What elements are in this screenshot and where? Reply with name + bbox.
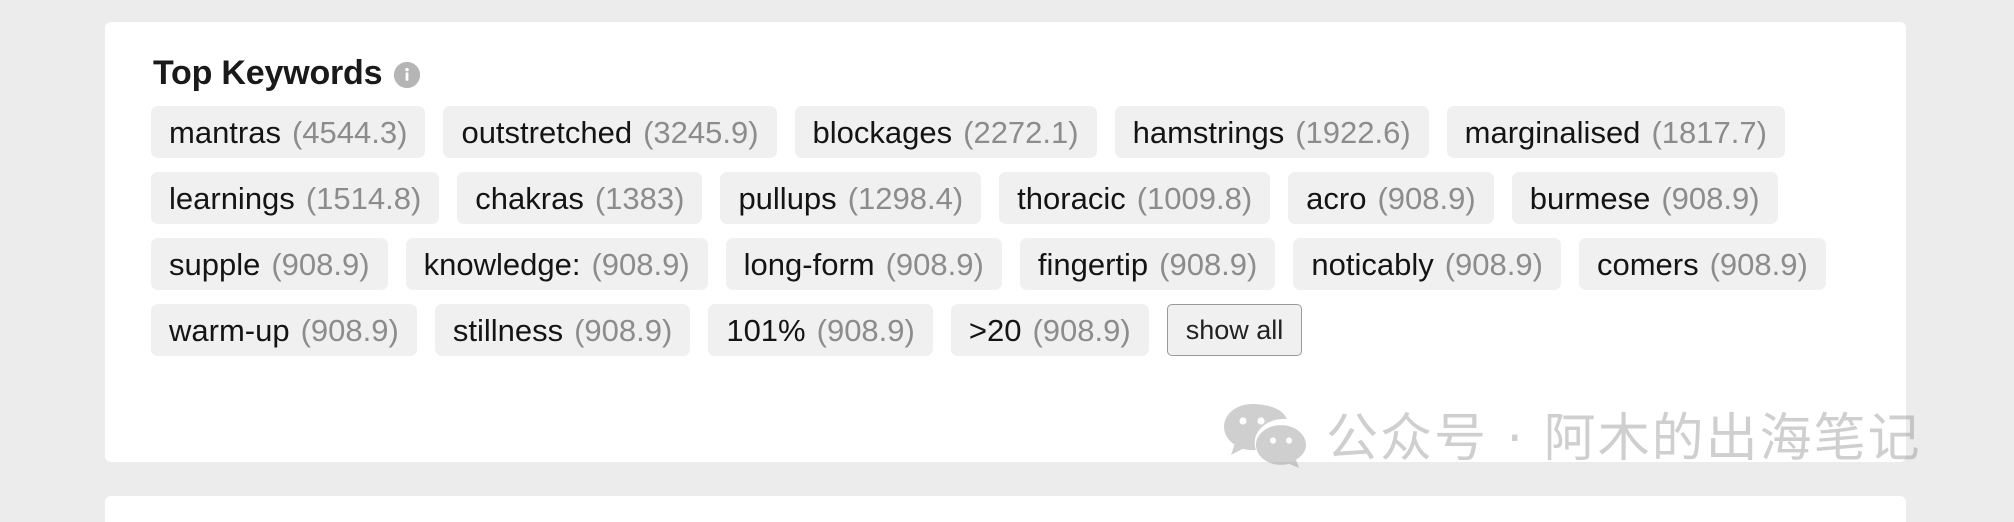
- keyword-row: learnings (1514.8) chakras (1383) pullup…: [151, 172, 1866, 224]
- info-icon[interactable]: [394, 61, 421, 88]
- keyword-score: (908.9): [1444, 246, 1543, 282]
- keyword-score: (908.9): [1032, 312, 1131, 348]
- keyword-score: (4544.3): [291, 114, 408, 150]
- keyword-term: warm-up: [169, 312, 290, 348]
- keyword-score: (908.9): [300, 312, 399, 348]
- keyword-chip[interactable]: hamstrings (1922.6): [1114, 106, 1429, 158]
- keyword-chip[interactable]: marginalised (1817.7): [1446, 106, 1785, 158]
- keyword-term: supple: [169, 246, 261, 282]
- keyword-term: burmese: [1529, 180, 1651, 216]
- page-scroll-area: Top Keywords mantras (4544.3) outstretch…: [0, 0, 2014, 522]
- keyword-chip[interactable]: comers (908.9): [1578, 238, 1826, 290]
- keyword-chip[interactable]: chakras (1383): [457, 172, 703, 224]
- keyword-term: outstretched: [461, 114, 633, 150]
- keyword-score: (1383): [594, 180, 685, 216]
- keyword-chip[interactable]: acro (908.9): [1288, 172, 1494, 224]
- keyword-score: (1298.4): [847, 180, 964, 216]
- keyword-term: mantras: [169, 114, 281, 150]
- keyword-score: (1514.8): [305, 180, 422, 216]
- keyword-chip[interactable]: learnings (1514.8): [151, 172, 440, 224]
- keyword-chip[interactable]: supple (908.9): [151, 238, 388, 290]
- keyword-score: (1009.8): [1136, 180, 1253, 216]
- keyword-term: thoracic: [1017, 180, 1126, 216]
- keyword-term: pullups: [738, 180, 837, 216]
- keyword-score: (1817.7): [1651, 114, 1767, 150]
- page-title: Top Keywords: [153, 54, 383, 92]
- keyword-term: noticably: [1311, 246, 1434, 282]
- keyword-term: 101%: [726, 312, 806, 348]
- keyword-row: supple (908.9) knowledge: (908.9) long-f…: [151, 238, 1866, 290]
- keyword-chip[interactable]: 101% (908.9): [708, 304, 933, 356]
- keyword-score: (3245.9): [643, 114, 759, 150]
- keyword-term: stillness: [452, 312, 564, 348]
- keyword-score: (908.9): [816, 312, 915, 348]
- keyword-chip[interactable]: warm-up (908.9): [151, 304, 417, 356]
- keyword-row: warm-up (908.9) stillness (908.9) 101% (…: [151, 304, 1866, 356]
- keyword-score: (1922.6): [1295, 114, 1411, 150]
- keyword-term: knowledge:: [423, 246, 581, 282]
- keyword-score: (908.9): [1377, 180, 1476, 216]
- keyword-score: (908.9): [1661, 180, 1760, 216]
- keyword-chip[interactable]: thoracic (1009.8): [999, 172, 1271, 224]
- keyword-term: long-form: [743, 246, 875, 282]
- keyword-score: (2272.1): [963, 114, 1079, 150]
- keyword-chip[interactable]: stillness (908.9): [434, 304, 691, 356]
- card-header: Top Keywords: [105, 22, 1906, 92]
- keyword-chip-list: mantras (4544.3) outstretched (3245.9) b…: [105, 92, 1906, 356]
- keyword-term: comers: [1596, 246, 1699, 282]
- keyword-term: hamstrings: [1132, 114, 1285, 150]
- keyword-term: marginalised: [1464, 114, 1641, 150]
- keyword-chip[interactable]: pullups (1298.4): [720, 172, 982, 224]
- keyword-term: fingertip: [1037, 246, 1149, 282]
- keyword-term: learnings: [169, 180, 295, 216]
- keyword-chip[interactable]: long-form (908.9): [725, 238, 1002, 290]
- next-card-partial: [105, 496, 1906, 522]
- keyword-score: (908.9): [1159, 246, 1258, 282]
- keyword-chip[interactable]: blockages (2272.1): [794, 106, 1097, 158]
- keyword-score: (908.9): [885, 246, 984, 282]
- keyword-chip[interactable]: fingertip (908.9): [1019, 238, 1276, 290]
- keyword-score: (908.9): [271, 246, 370, 282]
- keyword-chip[interactable]: mantras (4544.3): [151, 106, 426, 158]
- keyword-chip[interactable]: burmese (908.9): [1511, 172, 1778, 224]
- keyword-chip[interactable]: >20 (908.9): [950, 304, 1149, 356]
- show-all-button[interactable]: show all: [1166, 304, 1303, 356]
- keyword-term: chakras: [475, 180, 584, 216]
- keyword-term: >20: [968, 312, 1022, 348]
- keyword-score: (908.9): [591, 246, 690, 282]
- keyword-term: blockages: [812, 114, 953, 150]
- keyword-score: (908.9): [574, 312, 673, 348]
- keyword-term: acro: [1306, 180, 1367, 216]
- keyword-chip[interactable]: noticably (908.9): [1293, 238, 1561, 290]
- keyword-score: (908.9): [1709, 246, 1808, 282]
- keyword-chip[interactable]: knowledge: (908.9): [405, 238, 708, 290]
- keyword-chip[interactable]: outstretched (3245.9): [443, 106, 777, 158]
- top-keywords-card: Top Keywords mantras (4544.3) outstretch…: [105, 22, 1906, 462]
- keyword-row: mantras (4544.3) outstretched (3245.9) b…: [151, 106, 1866, 158]
